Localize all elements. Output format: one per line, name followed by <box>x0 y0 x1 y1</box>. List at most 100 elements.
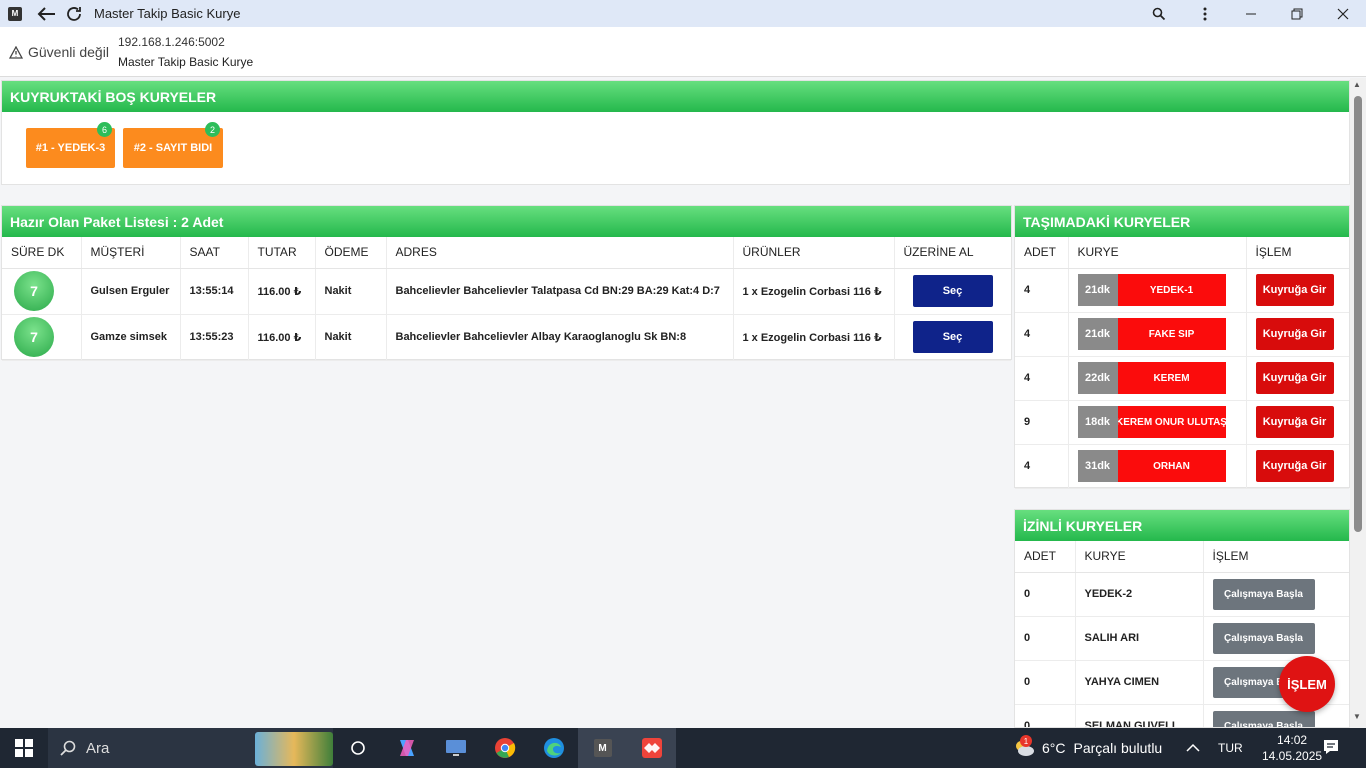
select-button[interactable]: Seç <box>912 321 993 353</box>
enter-queue-button[interactable]: Kuyruğa Gir <box>1255 274 1334 306</box>
transit-couriers-panel: TAŞIMADAKİ KURYELER ADET KURYE İŞLEM 4 2… <box>1014 205 1350 489</box>
weather-text: Parçalı bulutlu <box>1073 740 1163 756</box>
table-row: 9 18dk KEREM ONUR ULUTAŞ Kuyruğa Gir <box>1015 400 1349 445</box>
table-row: 4 31dk ORHAN Kuyruğa Gir <box>1015 444 1349 489</box>
restore-button[interactable] <box>1274 0 1320 27</box>
column-header: SÜRE DK <box>2 237 82 269</box>
page-title: Master Takip Basic Kurye <box>118 55 254 69</box>
taskbar-app-anydesk[interactable] <box>627 728 676 768</box>
table-header-row: SÜRE DK MÜŞTERİ SAAT TUTAR ÖDEME ADRES Ü… <box>2 237 1011 269</box>
scroll-up-icon[interactable]: ▲ <box>1353 80 1361 89</box>
courier-button[interactable]: 31dk ORHAN <box>1077 450 1226 482</box>
courier-button[interactable]: 21dk YEDEK-1 <box>1077 274 1226 306</box>
scroll-down-icon[interactable]: ▼ <box>1353 712 1361 721</box>
reload-button[interactable] <box>60 0 88 27</box>
scrollbar-thumb[interactable] <box>1354 96 1362 532</box>
notification-button[interactable] <box>1322 738 1340 761</box>
task-view-icon <box>350 741 365 755</box>
enter-queue-button[interactable]: Kuyruğa Gir <box>1255 318 1334 350</box>
products-cell: 1 x Ezogelin Corbasi 116 ₺ <box>733 314 895 361</box>
chevron-up-icon[interactable] <box>1186 743 1200 753</box>
queue-courier-button[interactable]: #2 - SAYIT BIDI 2 <box>123 122 223 168</box>
courier-name: ORHAN <box>1117 450 1226 482</box>
back-button[interactable] <box>32 0 60 27</box>
enter-queue-button[interactable]: Kuyruğa Gir <box>1255 406 1334 438</box>
app-icon: M <box>8 6 22 21</box>
zoom-button[interactable] <box>1136 0 1182 27</box>
select-button[interactable]: Seç <box>912 275 993 307</box>
count-cell: 4 <box>1015 268 1069 313</box>
table-row: 0 SALIH ARI Çalışmaya Başla <box>1015 616 1349 661</box>
security-indicator[interactable]: Güvenli değil <box>9 44 109 60</box>
remote-desktop-icon <box>445 740 466 756</box>
windows-logo-icon <box>15 739 33 757</box>
courier-button[interactable]: 22dk KEREM <box>1077 362 1226 394</box>
search-icon <box>60 740 76 756</box>
time-cell: 13:55:14 <box>180 268 249 315</box>
address-cell: Bahcelievler Bahcelievler Albay Karaogla… <box>386 314 734 361</box>
arrow-left-icon <box>37 6 55 21</box>
courier-name: KEREM <box>1117 362 1226 394</box>
start-button[interactable] <box>0 728 48 768</box>
warning-triangle-icon <box>9 45 23 59</box>
notification-icon <box>1324 740 1338 754</box>
start-work-button[interactable]: Çalışmaya Başla <box>1212 710 1315 727</box>
close-button[interactable] <box>1320 0 1366 27</box>
menu-button[interactable] <box>1182 0 1228 27</box>
table-row: 4 21dk YEDEK-1 Kuyruğa Gir <box>1015 268 1349 313</box>
chrome-icon <box>494 738 515 758</box>
taskbar-clock[interactable]: 14:02 14.05.2025 <box>1262 732 1322 764</box>
column-header: KURYE <box>1068 237 1247 269</box>
language-indicator[interactable]: TUR <box>1218 741 1243 755</box>
leave-couriers-title: İZİNLİ KURYELER <box>1015 510 1349 541</box>
duration-timer: 7 <box>14 271 54 311</box>
courier-button[interactable]: 21dk FAKE SIP <box>1077 318 1226 350</box>
weather-alert-badge: 1 <box>1020 735 1032 747</box>
taskbar-app-copilot[interactable] <box>382 728 431 768</box>
start-work-button[interactable]: Çalışmaya Başla <box>1212 622 1315 654</box>
column-header: ADRES <box>386 237 734 269</box>
action-fab[interactable]: İŞLEM <box>1279 656 1335 712</box>
elapsed-minutes: 22dk <box>1077 362 1118 394</box>
column-header: ÜZERİNE AL <box>894 237 1011 269</box>
taskbar-app-chrome[interactable] <box>480 728 529 768</box>
address-bar: Güvenli değil 192.168.1.246:5002 Master … <box>0 27 1366 77</box>
taskbar-app-edge[interactable] <box>529 728 578 768</box>
courier-button[interactable]: 18dk KEREM ONUR ULUTAŞ <box>1077 406 1226 438</box>
table-header-row: ADET KURYE İŞLEM <box>1015 237 1349 269</box>
enter-queue-button[interactable]: Kuyruğa Gir <box>1255 362 1334 394</box>
column-header: SAAT <box>180 237 249 269</box>
clock-date: 14.05.2025 <box>1262 749 1323 763</box>
count-cell: 0 <box>1015 572 1076 617</box>
enter-queue-button[interactable]: Kuyruğa Gir <box>1255 450 1334 482</box>
table-row: 0 YEDEK-2 Çalışmaya Başla <box>1015 572 1349 617</box>
start-work-button[interactable]: Çalışmaya Başla <box>1212 578 1315 610</box>
elapsed-minutes: 31dk <box>1077 450 1118 482</box>
master-takip-icon: M <box>593 739 612 757</box>
weather-widget[interactable]: 1 6°C Parçalı bulutlu <box>1012 728 1162 768</box>
column-header: İŞLEM <box>1203 541 1349 573</box>
task-view-button[interactable] <box>333 728 382 768</box>
column-header: İŞLEM <box>1246 237 1349 269</box>
url-text[interactable]: 192.168.1.246:5002 <box>118 35 225 49</box>
queue-panel: KUYRUKTAKİ BOŞ KURYELER #1 - YEDEK-3 6 #… <box>1 80 1350 185</box>
queue-count-badge: 2 <box>205 122 220 137</box>
queue-courier-label: #2 - SAYIT BIDI <box>133 142 213 154</box>
courier-name: YEDEK-1 <box>1117 274 1226 306</box>
ready-packages-table: SÜRE DK MÜŞTERİ SAAT TUTAR ÖDEME ADRES Ü… <box>2 237 1011 361</box>
taskbar-app-remote[interactable] <box>431 728 480 768</box>
table-header-row: ADET KURYE İŞLEM <box>1015 541 1349 573</box>
page-scrollbar[interactable]: ▲ ▼ <box>1350 78 1366 728</box>
queue-courier-button[interactable]: #1 - YEDEK-3 6 <box>26 122 115 168</box>
elapsed-minutes: 21dk <box>1077 318 1118 350</box>
clock-time: 14:02 <box>1277 733 1308 747</box>
copilot-icon <box>399 740 414 756</box>
count-cell: 9 <box>1015 400 1069 445</box>
taskbar-app-master-takip[interactable]: M <box>578 728 627 768</box>
edge-icon <box>543 738 564 758</box>
minimize-button[interactable] <box>1228 0 1274 27</box>
taskbar-search[interactable]: Ara <box>48 728 333 768</box>
duration-timer: 7 <box>14 317 54 357</box>
count-cell: 0 <box>1015 616 1076 661</box>
weather-temp: 6°C <box>1042 740 1066 756</box>
